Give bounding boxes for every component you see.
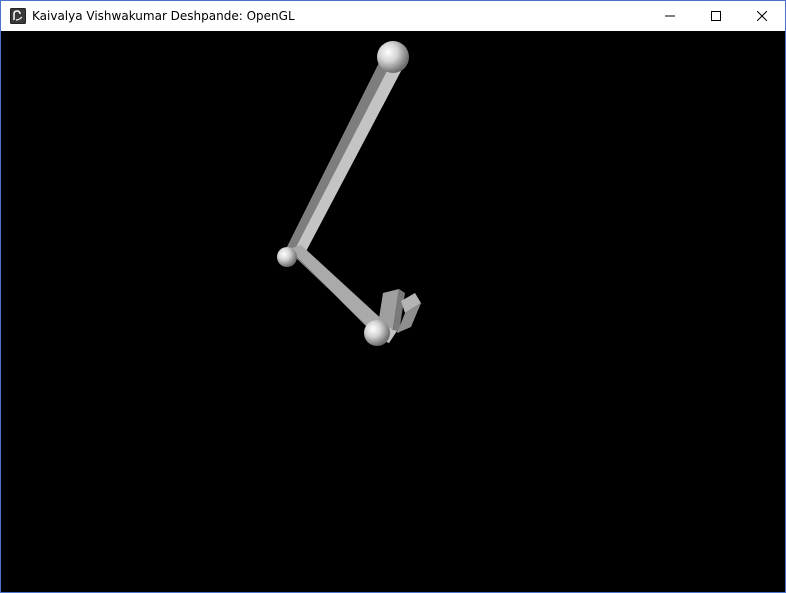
elbow-joint	[277, 247, 297, 267]
opengl-viewport[interactable]	[1, 31, 785, 592]
maximize-icon	[711, 11, 721, 21]
minimize-button[interactable]	[647, 1, 693, 31]
title-bar[interactable]: Kaivalya Vishwakumar Deshpande: OpenGL	[1, 1, 785, 31]
window-title: Kaivalya Vishwakumar Deshpande: OpenGL	[32, 9, 295, 23]
robotic-arm-scene	[277, 41, 421, 346]
app-icon[interactable]	[10, 8, 26, 24]
maximize-button[interactable]	[693, 1, 739, 31]
wrist-joint	[364, 320, 390, 346]
close-icon	[757, 11, 767, 21]
minimize-icon	[665, 15, 675, 17]
close-button[interactable]	[739, 1, 785, 31]
app-window: Kaivalya Vishwakumar Deshpande: OpenGL	[0, 0, 786, 593]
shoulder-joint	[377, 41, 409, 73]
upper-arm	[285, 63, 401, 257]
